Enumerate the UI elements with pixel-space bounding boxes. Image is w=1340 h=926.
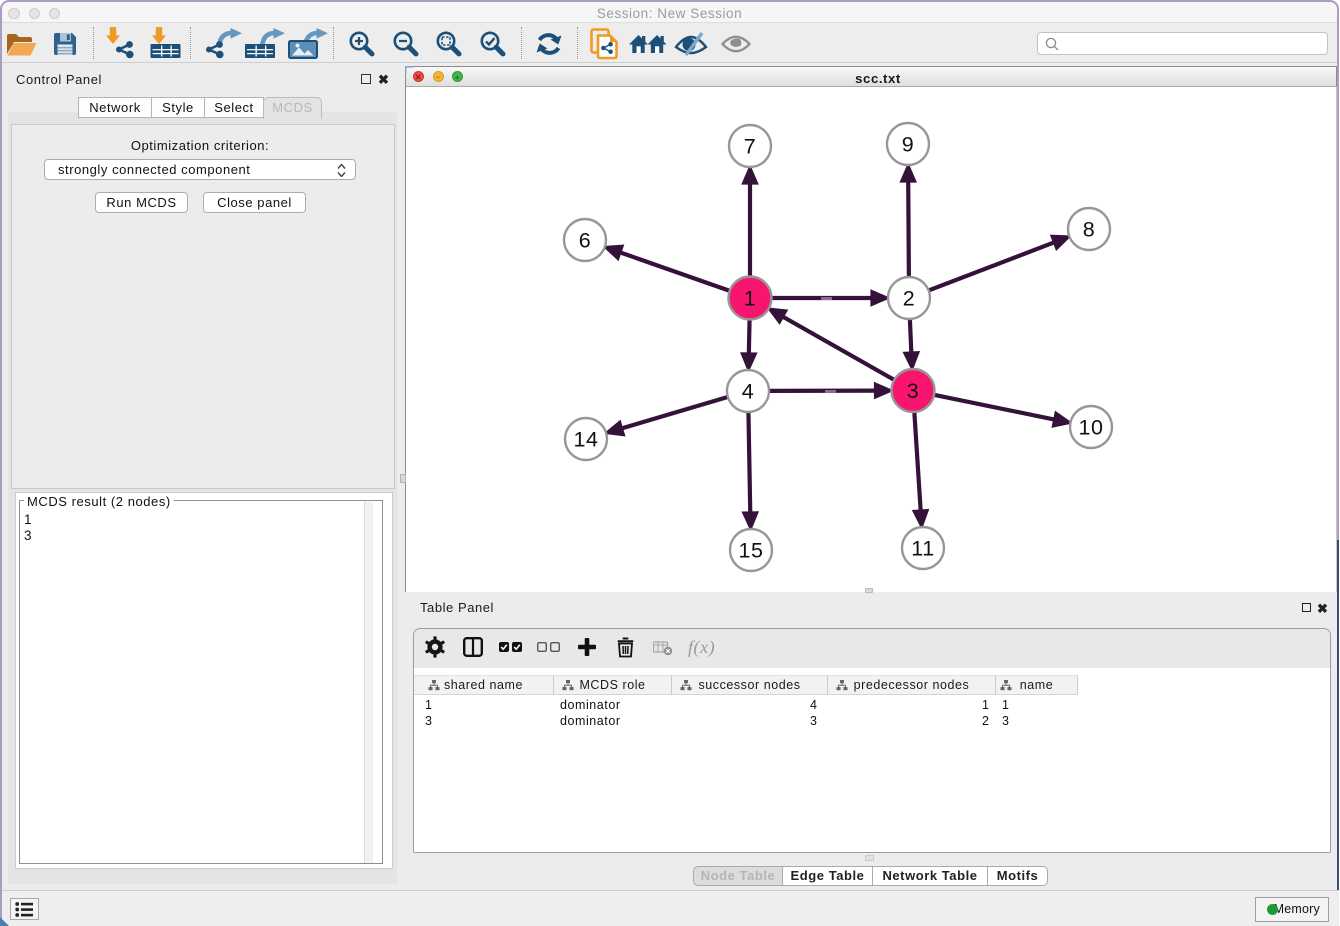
svg-text:2: 2 — [903, 287, 916, 311]
svg-text:10: 10 — [1078, 416, 1103, 440]
svg-text:4: 4 — [742, 380, 755, 404]
svg-text:14: 14 — [573, 428, 598, 452]
svg-text:11: 11 — [911, 537, 934, 561]
svg-text:8: 8 — [1083, 218, 1096, 242]
svg-text:15: 15 — [738, 539, 763, 563]
svg-text:7: 7 — [744, 135, 757, 159]
svg-text:1: 1 — [744, 287, 757, 311]
svg-text:9: 9 — [902, 133, 915, 157]
svg-text:6: 6 — [579, 229, 592, 253]
svg-text:3: 3 — [907, 379, 920, 403]
